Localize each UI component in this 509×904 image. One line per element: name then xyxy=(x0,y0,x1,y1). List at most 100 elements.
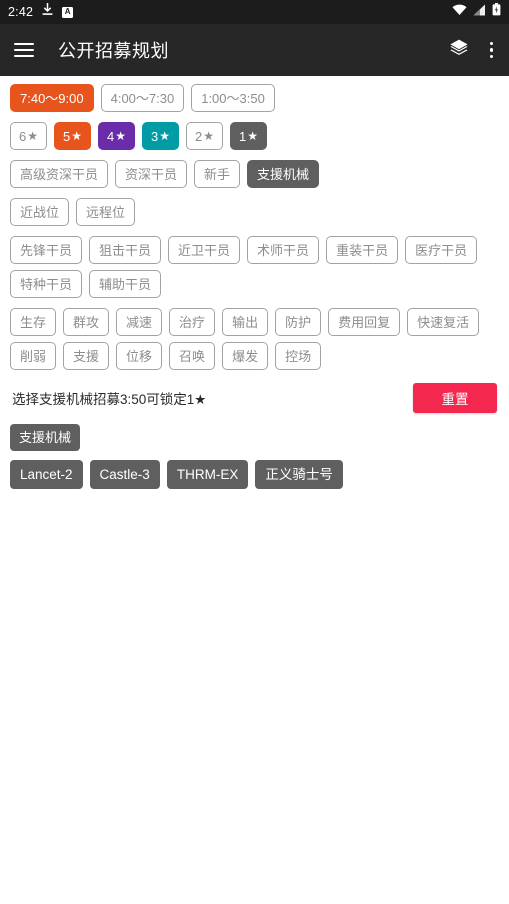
profession-chip-5[interactable]: 医疗干员 xyxy=(405,236,478,264)
tag-chip-label: 治疗 xyxy=(179,314,206,330)
page-title: 公开招募规划 xyxy=(58,41,169,61)
tag-chip-2[interactable]: 减速 xyxy=(116,308,163,336)
time-chip-1[interactable]: 4:00〜7:30 xyxy=(100,84,185,112)
rarity-chip-4[interactable]: 2 ★ xyxy=(186,122,223,150)
tag-chip-label: 快速复活 xyxy=(417,314,470,330)
operator-pill-3[interactable]: 正义骑士号 xyxy=(255,460,343,489)
rarity-chip-3[interactable]: 3 ★ xyxy=(142,122,179,150)
qualification-chip-0[interactable]: 高级资深干员 xyxy=(10,160,109,188)
time-chip-label: 1:00〜3:50 xyxy=(201,90,265,106)
hamburger-line xyxy=(14,43,34,45)
rarity-chip-label: 3 xyxy=(151,128,159,144)
qualification-chip-1[interactable]: 资深干员 xyxy=(115,160,188,188)
time-chip-0[interactable]: 7:40〜9:00 xyxy=(10,84,94,112)
profession-chip-1[interactable]: 狙击干员 xyxy=(89,236,162,264)
tag-chip-label: 控场 xyxy=(285,348,312,364)
qualification-chip-label: 新手 xyxy=(204,166,231,182)
app-bar-actions xyxy=(448,37,496,64)
tag-chip-5[interactable]: 防护 xyxy=(275,308,322,336)
time-filter-row: 7:40〜9:00 4:00〜7:30 1:00〜3:50 xyxy=(10,84,499,112)
operator-pill-1[interactable]: Castle-3 xyxy=(89,460,160,489)
profession-chip-label: 近卫干员 xyxy=(178,242,231,258)
profession-chip-7[interactable]: 辅助干员 xyxy=(89,270,162,298)
position-chip-label: 远程位 xyxy=(86,204,126,220)
tag-chip-label: 位移 xyxy=(126,348,153,364)
profession-chip-2[interactable]: 近卫干员 xyxy=(168,236,241,264)
tag-chip-0[interactable]: 生存 xyxy=(10,308,57,336)
qualification-chip-label: 支援机械 xyxy=(257,166,310,182)
profession-chip-4[interactable]: 重装干员 xyxy=(326,236,399,264)
star-icon: ★ xyxy=(247,129,258,143)
rarity-chip-0[interactable]: 6 ★ xyxy=(10,122,47,150)
reset-button[interactable]: 重置 xyxy=(413,383,497,413)
time-chip-2[interactable]: 1:00〜3:50 xyxy=(191,84,275,112)
profession-chip-0[interactable]: 先锋干员 xyxy=(10,236,83,264)
rarity-chip-label: 1 xyxy=(239,128,247,144)
tag-chip-label: 召唤 xyxy=(179,348,206,364)
hamburger-line xyxy=(14,49,34,51)
profession-chip-label: 先锋干员 xyxy=(20,242,73,258)
star-icon: ★ xyxy=(115,129,126,143)
star-icon: ★ xyxy=(71,129,82,143)
position-chip-0[interactable]: 近战位 xyxy=(10,198,70,226)
profession-chip-6[interactable]: 特种干员 xyxy=(10,270,83,298)
wifi-icon xyxy=(452,3,467,21)
operator-pill-0[interactable]: Lancet-2 xyxy=(10,460,83,489)
position-chip-1[interactable]: 远程位 xyxy=(76,198,136,226)
star-icon: ★ xyxy=(203,129,214,143)
hamburger-menu-icon[interactable] xyxy=(14,43,34,57)
overflow-menu-icon[interactable] xyxy=(488,40,496,61)
tag-chip-3[interactable]: 治疗 xyxy=(169,308,216,336)
recruitment-planner-content: 7:40〜9:00 4:00〜7:30 1:00〜3:50 6 ★ 5 ★ 4 ★ 3 ★ 2 ★ 1 ★… xyxy=(0,76,509,489)
qualification-chip-label: 资深干员 xyxy=(125,166,178,182)
tag-filter-row: 生存 群攻 减速 治疗 输出 防护 费用回复 快速复活削弱 支援 位移 召唤 爆发 控场 xyxy=(10,308,499,370)
tag-chip-12[interactable]: 爆发 xyxy=(222,342,269,370)
status-bar-clock: 2:42 xyxy=(8,5,34,19)
star-icon: ★ xyxy=(159,129,170,143)
overflow-dot xyxy=(489,48,493,52)
rarity-chip-label: 5 xyxy=(63,128,71,144)
status-bar-right xyxy=(452,3,501,21)
operator-pill-2[interactable]: THRM-EX xyxy=(166,460,249,489)
result-combo-tag-0[interactable]: 支援机械 xyxy=(10,424,81,451)
rarity-chip-2[interactable]: 4 ★ xyxy=(98,122,135,150)
rarity-chip-label: 2 xyxy=(195,128,203,144)
tag-chip-label: 爆发 xyxy=(232,348,259,364)
tag-chip-label: 支援 xyxy=(73,348,100,364)
signal-icon xyxy=(473,3,486,21)
profession-chip-label: 狙击干员 xyxy=(99,242,152,258)
profession-chip-label: 术师干员 xyxy=(257,242,310,258)
tag-chip-4[interactable]: 输出 xyxy=(222,308,269,336)
app-bar: 公开招募规划 xyxy=(0,24,509,76)
profession-filter-row: 先锋干员 狙击干员 近卫干员 术师干员 重装干员 医疗干员特种干员 辅助干员 xyxy=(10,236,499,298)
tag-chip-label: 输出 xyxy=(232,314,259,330)
tag-chip-label: 减速 xyxy=(126,314,153,330)
tag-chip-11[interactable]: 召唤 xyxy=(169,342,216,370)
download-icon xyxy=(42,3,53,21)
tag-chip-7[interactable]: 快速复活 xyxy=(407,308,480,336)
profession-chip-3[interactable]: 术师干员 xyxy=(247,236,320,264)
status-bar: 2:42 A xyxy=(0,0,509,24)
rarity-chip-1[interactable]: 5 ★ xyxy=(54,122,91,150)
rarity-filter-row: 6 ★ 5 ★ 4 ★ 3 ★ 2 ★ 1 ★ xyxy=(10,122,499,150)
tag-chip-9[interactable]: 支援 xyxy=(63,342,110,370)
tag-chip-1[interactable]: 群攻 xyxy=(63,308,110,336)
tag-chip-13[interactable]: 控场 xyxy=(275,342,322,370)
tag-chip-label: 群攻 xyxy=(73,314,100,330)
profession-chip-label: 特种干员 xyxy=(20,276,73,292)
tag-chip-8[interactable]: 削弱 xyxy=(10,342,57,370)
overflow-dot xyxy=(489,41,493,46)
tag-chip-label: 削弱 xyxy=(20,348,47,364)
overflow-dot xyxy=(489,54,493,59)
layers-icon[interactable] xyxy=(448,37,470,64)
qualification-chip-2[interactable]: 新手 xyxy=(194,160,241,188)
tag-chip-6[interactable]: 费用回复 xyxy=(328,308,401,336)
tag-chip-10[interactable]: 位移 xyxy=(116,342,163,370)
qualification-chip-3[interactable]: 支援机械 xyxy=(247,160,320,188)
rarity-chip-5[interactable]: 1 ★ xyxy=(230,122,267,150)
status-bar-left: 2:42 A xyxy=(8,3,74,21)
hamburger-line xyxy=(14,55,34,57)
app-notification-icon: A xyxy=(62,6,74,18)
result-operator-list: Lancet-2 Castle-3 THRM-EX 正义骑士号 xyxy=(10,460,499,489)
profession-chip-label: 重装干员 xyxy=(336,242,389,258)
